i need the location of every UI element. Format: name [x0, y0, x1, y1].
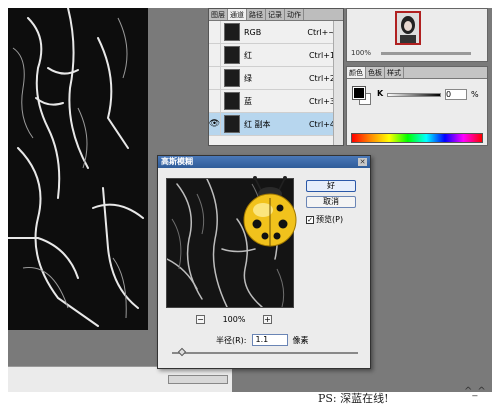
k-channel-unit: %	[471, 90, 479, 99]
status-bar-strip	[8, 366, 232, 392]
channel-thumbnail	[224, 69, 240, 87]
tab-channels[interactable]: 通道	[228, 9, 247, 20]
visibility-toggle[interactable]	[209, 89, 221, 113]
channel-shortcut: Ctrl+~	[307, 27, 335, 37]
zoom-in-button[interactable]: +	[263, 314, 272, 324]
tab-paths[interactable]: 路径	[247, 9, 266, 20]
preview-checkbox[interactable]: ✓ 预览(P)	[306, 214, 343, 225]
channels-scrollbar[interactable]	[333, 21, 343, 145]
channel-thumbnail	[224, 46, 240, 64]
emoticon-text: ^_^	[464, 386, 486, 397]
dialog-title: 高斯模糊	[161, 157, 193, 166]
tab-styles[interactable]: 样式	[385, 67, 404, 78]
navigator-panel: 100%	[346, 8, 488, 62]
ladybug-decoration	[235, 176, 305, 252]
photoshop-workspace: 图层 通道 路径 记录 动作 RGB Ctrl+~ 红 Ctrl+1 绿 Ctr…	[8, 8, 492, 392]
tab-layers[interactable]: 图层	[209, 9, 228, 20]
navigator-zoom-slider[interactable]	[381, 52, 471, 55]
horizontal-scrollbar[interactable]	[168, 375, 228, 384]
channels-panel: 图层 通道 路径 记录 动作 RGB Ctrl+~ 红 Ctrl+1 绿 Ctr…	[208, 8, 344, 146]
channel-row-red[interactable]: 红 Ctrl+1	[209, 43, 343, 67]
foreground-color-swatch[interactable]	[352, 86, 366, 100]
tab-swatches[interactable]: 色板	[366, 67, 385, 78]
channel-thumbnail	[224, 23, 240, 41]
k-channel-slider[interactable]	[387, 93, 441, 97]
channel-name: 蓝	[244, 96, 252, 106]
radius-row: 半径(R): 1.1 像素	[216, 334, 309, 346]
radius-slider-thumb[interactable]	[177, 347, 186, 357]
visibility-toggle[interactable]	[209, 20, 221, 44]
tab-history[interactable]: 记录	[266, 9, 285, 20]
channel-thumbnail	[224, 92, 240, 110]
channel-shortcut: Ctrl+2	[308, 73, 335, 83]
color-spectrum-bar[interactable]	[351, 133, 483, 143]
document-canvas[interactable]	[8, 8, 148, 330]
preview-zoom-controls: − 100% +	[196, 314, 272, 324]
channel-name: 绿	[244, 73, 252, 83]
navigator-zoom-value[interactable]: 100%	[351, 49, 371, 57]
channel-name: RGB	[244, 27, 262, 37]
ok-button[interactable]: 好	[306, 180, 356, 192]
k-channel-label: K	[377, 89, 384, 98]
channels-panel-tabs: 图层 通道 路径 记录 动作	[209, 9, 343, 21]
cancel-button[interactable]: 取消	[306, 196, 356, 208]
tab-color[interactable]: 颜色	[347, 67, 366, 78]
channel-row-green[interactable]: 绿 Ctrl+2	[209, 66, 343, 90]
visibility-toggle[interactable]	[209, 43, 221, 67]
eye-icon: 👁	[208, 119, 221, 129]
channel-row-blue[interactable]: 蓝 Ctrl+3	[209, 89, 343, 113]
visibility-toggle[interactable]: 👁	[208, 112, 221, 136]
visibility-toggle[interactable]	[209, 66, 221, 90]
k-channel-input[interactable]: 0	[445, 89, 467, 100]
channel-name: 红 副本	[244, 119, 271, 129]
channel-shortcut: Ctrl+4	[308, 119, 335, 129]
channel-thumbnail	[224, 115, 240, 133]
channel-row-red-copy[interactable]: 👁 红 副本 Ctrl+4	[208, 112, 343, 136]
preview-zoom-level: 100%	[222, 314, 246, 324]
color-panel-tabs: 颜色 色板 样式	[347, 67, 487, 79]
channel-shortcut: Ctrl+1	[308, 50, 335, 60]
radius-label: 半径(R):	[216, 335, 247, 345]
checkmark-icon[interactable]: ✓	[306, 215, 314, 224]
zoom-out-button[interactable]: −	[196, 314, 205, 324]
channel-shortcut: Ctrl+3	[308, 96, 335, 106]
navigator-thumbnail[interactable]	[395, 11, 421, 45]
channel-name: 红	[244, 50, 252, 60]
radius-slider[interactable]	[172, 347, 358, 357]
channel-row-rgb[interactable]: RGB Ctrl+~	[209, 20, 343, 44]
radius-input[interactable]: 1.1	[251, 334, 288, 346]
radius-unit: 像素	[292, 335, 309, 345]
close-icon[interactable]: ✕	[358, 158, 367, 166]
credit-text: PS: 深蓝在线!	[318, 392, 389, 405]
tab-actions[interactable]: 动作	[285, 9, 304, 20]
color-panel: 颜色 色板 样式 K 0 %	[346, 66, 488, 146]
preview-checkbox-label: 预览(P)	[316, 215, 344, 224]
dialog-title-bar[interactable]: 高斯模糊 ✕	[158, 156, 370, 168]
